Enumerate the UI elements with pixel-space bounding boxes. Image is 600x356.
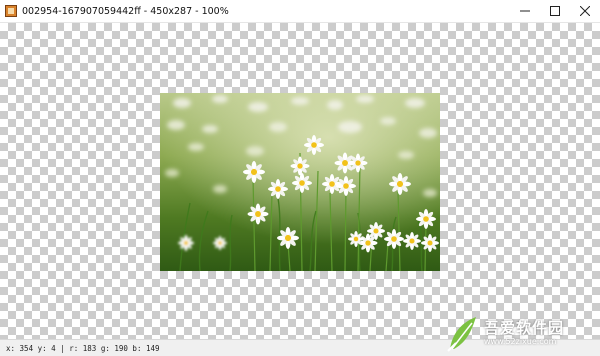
window-controls [510,0,600,22]
minimize-button[interactable] [510,0,540,22]
daisy-photo[interactable] [160,93,440,271]
pixel-info-readout: x: 354 y: 4 | r: 183 g: 190 b: 149 [6,343,160,353]
daisy-photo-graphic [160,93,440,271]
watermark-url: www.52zixue.com [484,336,557,346]
maximize-icon [550,6,560,16]
maximize-button[interactable] [540,0,570,22]
window-title: 002954-167907059442ff - 450x287 - 100% [22,5,229,17]
watermark-title: 吾爱软件园 [484,318,565,337]
leaf-logo-icon [447,317,476,352]
watermark: 吾爱软件园 www.52zixue.com [446,312,596,354]
minimize-icon [520,10,530,12]
close-button[interactable] [570,0,600,22]
close-icon [580,6,590,16]
image-canvas[interactable] [0,23,600,339]
title-bar: 002954-167907059442ff - 450x287 - 100% [0,0,600,23]
app-icon [5,5,17,17]
